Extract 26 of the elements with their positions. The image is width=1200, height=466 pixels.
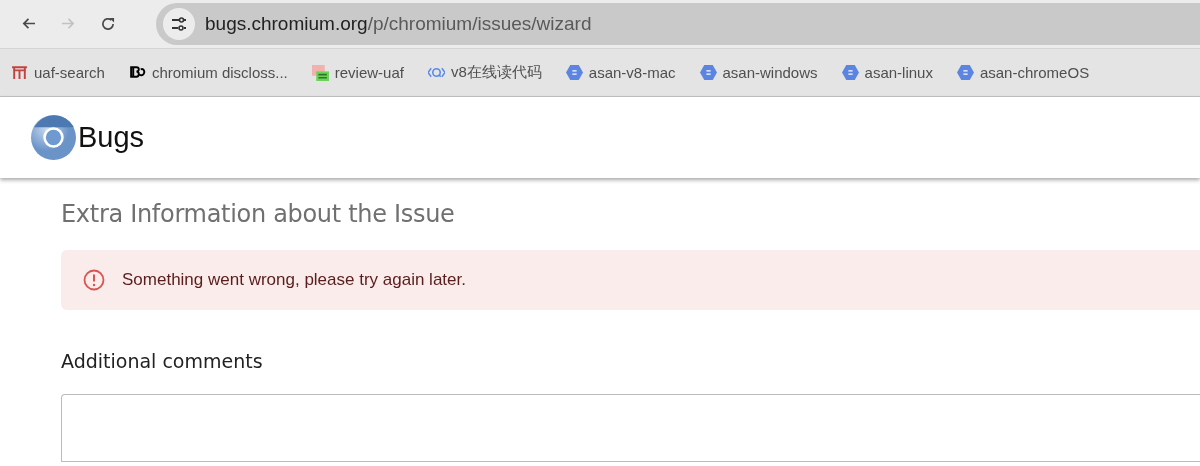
site-settings-button[interactable] — [163, 8, 195, 40]
bookmark[interactable]: uaf-search — [11, 64, 105, 81]
comments-label: Additional comments — [61, 350, 264, 372]
section-title: Extra Information about the Issue — [61, 200, 456, 228]
bookmark[interactable]: chromium discloss... — [128, 64, 288, 81]
bookmark[interactable]: asan-windows — [699, 64, 818, 81]
hexagon-icon — [956, 64, 974, 81]
error-icon — [83, 269, 105, 291]
hexagon-icon — [841, 64, 859, 81]
chromium-logo-icon — [31, 115, 76, 160]
bookmark[interactable]: asan-chromeOS — [956, 64, 1090, 81]
bookmark[interactable]: asan-linux — [841, 64, 933, 81]
settings-icon — [171, 17, 187, 31]
app-title: Bugs — [78, 121, 145, 154]
bookmark[interactable]: review-uaf — [311, 64, 404, 81]
url-path: /p/chromium/issues/wizard — [367, 13, 592, 35]
spreadsheet-icon — [311, 64, 329, 81]
error-message: Something went wrong, please try again later. — [122, 270, 466, 290]
address-bar[interactable]: bugs.chromium.org/p/chromium/issues/wizard — [156, 3, 1200, 45]
comments-field[interactable] — [61, 394, 1200, 462]
hexagon-icon — [699, 64, 717, 81]
url-host: bugs.chromium.org — [205, 13, 368, 35]
bookmark[interactable]: v8在线读代码 — [427, 63, 542, 82]
gate-icon — [11, 64, 28, 81]
hexagon-icon — [565, 64, 583, 81]
bookmark[interactable]: asan-v8-mac — [565, 64, 676, 81]
